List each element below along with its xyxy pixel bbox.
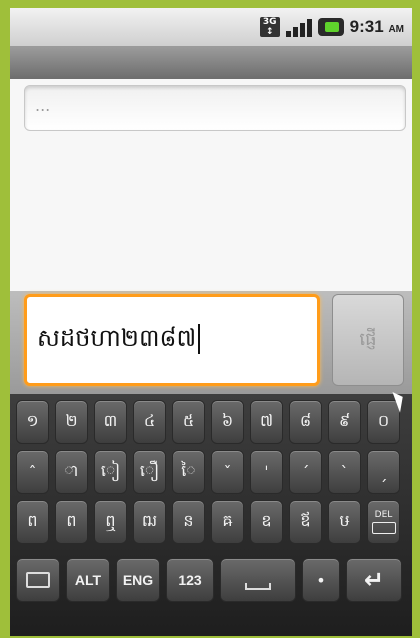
key[interactable]: ៧ bbox=[250, 400, 283, 444]
enter-icon: ↵ bbox=[363, 566, 385, 594]
signal-icon bbox=[285, 17, 312, 37]
conversation-area: ... bbox=[10, 79, 412, 291]
delete-label: DEL bbox=[374, 510, 393, 520]
key[interactable]: ន bbox=[172, 500, 205, 544]
key[interactable]: ព bbox=[55, 500, 88, 544]
status-icons: 3G ↕ 9:31 AM bbox=[259, 13, 404, 41]
space-icon bbox=[245, 582, 271, 590]
key[interactable]: ឍ bbox=[133, 500, 166, 544]
key[interactable]: ០ bbox=[367, 400, 400, 444]
key[interactable]: ឮ bbox=[94, 500, 127, 544]
key[interactable]: ៣ bbox=[94, 400, 127, 444]
key[interactable]: ឝ bbox=[211, 500, 244, 544]
alt-key[interactable]: ALT bbox=[66, 558, 110, 602]
battery-icon bbox=[317, 18, 344, 36]
status-time: 9:31 AM bbox=[349, 17, 404, 36]
backspace-icon bbox=[371, 522, 396, 534]
delete-key[interactable]: DEL bbox=[367, 500, 400, 544]
key[interactable]: ˈ bbox=[250, 450, 283, 494]
message-text: សដថហា២៣៨៧ bbox=[37, 323, 200, 358]
key[interactable]: ៩ bbox=[328, 400, 361, 444]
key[interactable]: ឧ bbox=[250, 500, 283, 544]
phone-screen: 3G ↕ 9:31 AM ... សដថហា២៣៨៧ ផ្ញើ ១ ២ ៣ ៤ ៥… bbox=[10, 8, 412, 636]
key[interactable]: ៨ bbox=[289, 400, 322, 444]
3g-icon: 3G ↕ bbox=[259, 17, 280, 37]
keyboard-icon bbox=[26, 572, 50, 588]
key[interactable]: ៀ bbox=[94, 450, 127, 494]
key[interactable]: ឿ bbox=[133, 450, 166, 494]
key[interactable]: ៥ bbox=[172, 400, 205, 444]
key[interactable]: ព bbox=[16, 500, 49, 544]
key[interactable]: ១ bbox=[16, 400, 49, 444]
key[interactable]: ២ bbox=[55, 400, 88, 444]
key[interactable]: ˆ bbox=[16, 450, 49, 494]
key[interactable]: ឞ bbox=[328, 500, 361, 544]
key[interactable]: ˏ bbox=[367, 450, 400, 494]
recipient-input[interactable]: ... bbox=[24, 85, 406, 131]
key[interactable]: ៦ bbox=[211, 400, 244, 444]
send-button[interactable]: ផ្ញើ bbox=[332, 294, 404, 386]
key[interactable]: ា bbox=[55, 450, 88, 494]
key[interactable]: ៃ bbox=[172, 450, 205, 494]
soft-keyboard: ១ ២ ៣ ៤ ៥ ៦ ៧ ៨ ៩ ០ ˆ ា ៀ ឿ ៃ ˇ ˈ ˊ ˋ ˏ … bbox=[10, 394, 412, 636]
key[interactable]: ៤ bbox=[133, 400, 166, 444]
key[interactable]: ˇ bbox=[211, 450, 244, 494]
recipient-placeholder: ... bbox=[35, 96, 51, 115]
message-input[interactable]: សដថហា២៣៨៧ bbox=[24, 294, 320, 386]
enter-key[interactable]: ↵ bbox=[346, 558, 402, 602]
key[interactable]: ˊ bbox=[289, 450, 322, 494]
key[interactable]: ˋ bbox=[328, 450, 361, 494]
compose-bar: សដថហា២៣៨៧ ផ្ញើ bbox=[10, 291, 412, 394]
eng-key[interactable]: ENG bbox=[116, 558, 160, 602]
dot-key[interactable]: • bbox=[302, 558, 340, 602]
key[interactable]: ឪ bbox=[289, 500, 322, 544]
space-key[interactable] bbox=[220, 558, 296, 602]
status-bar: 3G ↕ 9:31 AM bbox=[10, 8, 412, 47]
send-label: ផ្ញើ bbox=[359, 328, 377, 350]
numbers-key[interactable]: 123 bbox=[166, 558, 214, 602]
title-bar bbox=[10, 47, 412, 79]
keyboard-settings-key[interactable] bbox=[16, 558, 60, 602]
